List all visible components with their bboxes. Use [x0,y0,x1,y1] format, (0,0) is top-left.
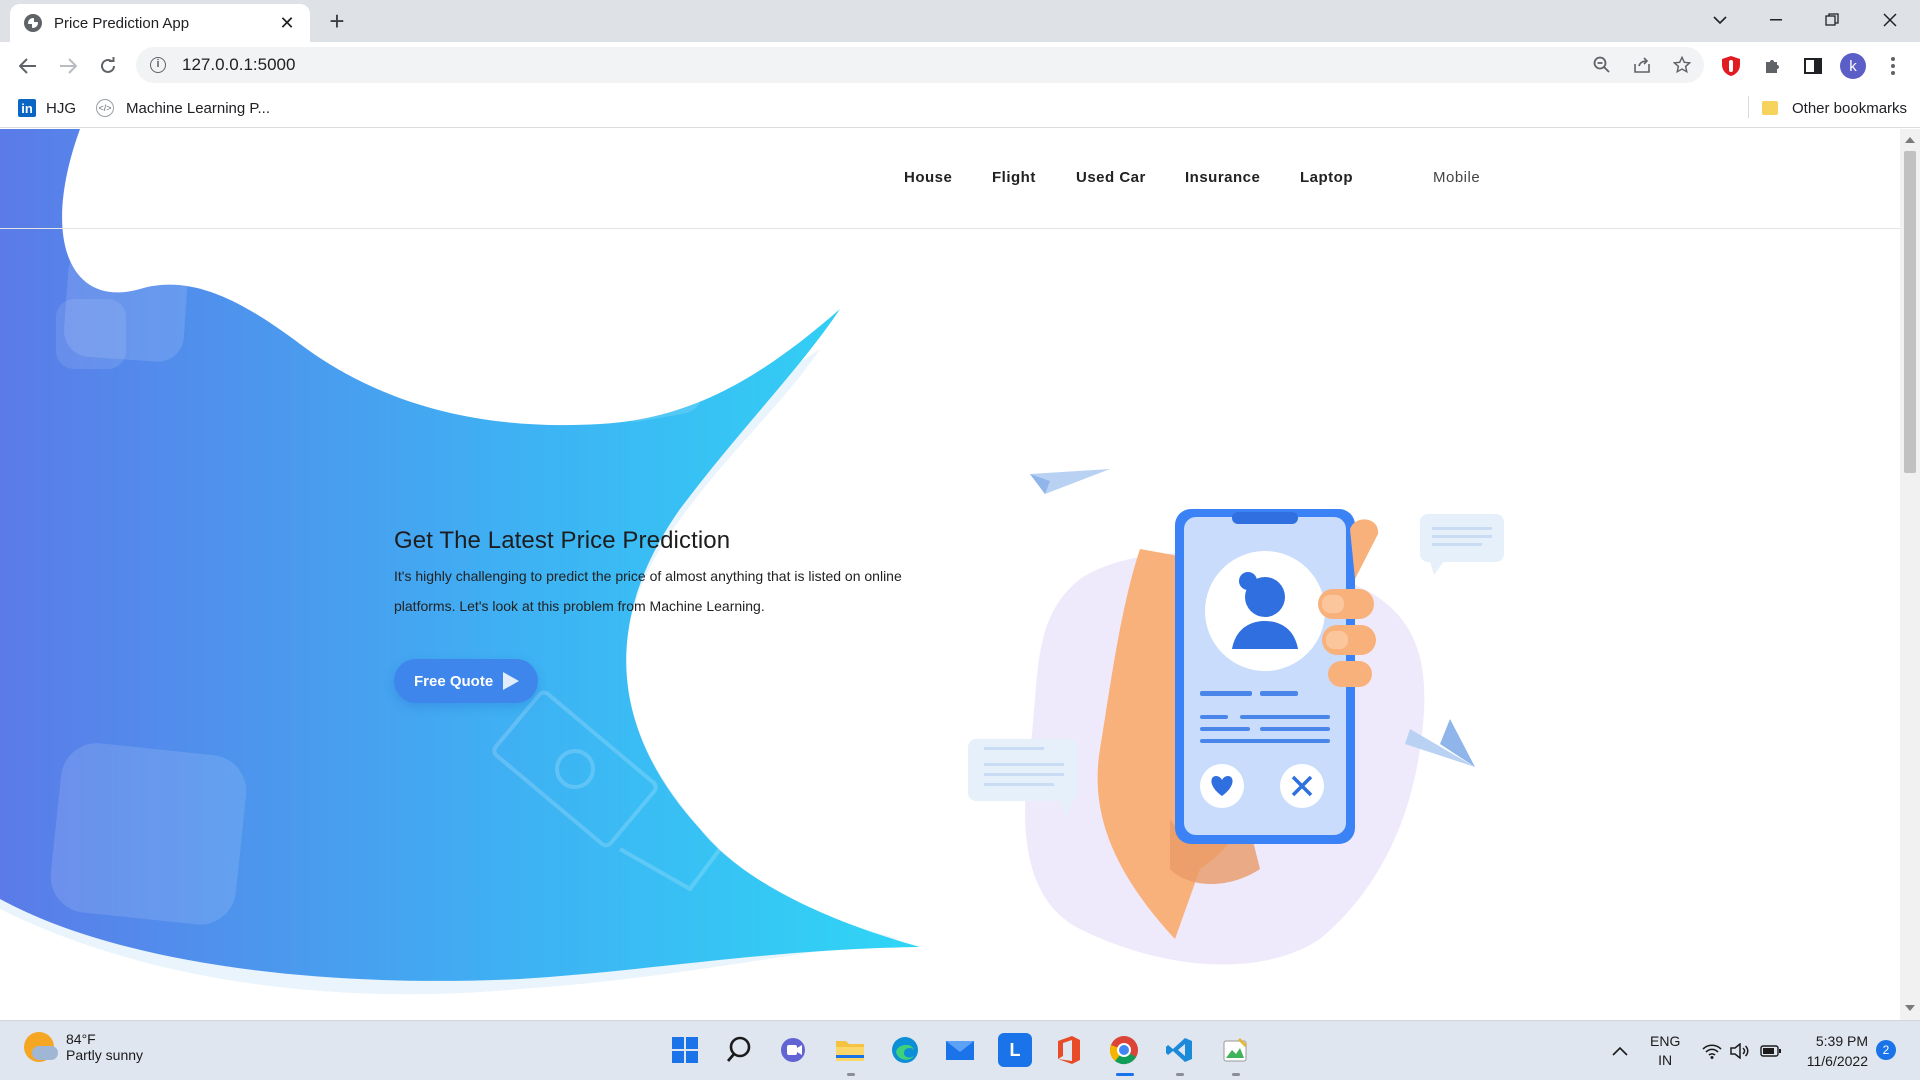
browser-tab[interactable]: Price Prediction App ✕ [10,4,310,42]
hero-description: It's highly challenging to predict the p… [394,568,902,614]
lang-line2: IN [1658,1052,1673,1068]
tab-search-icon[interactable] [1692,0,1748,40]
running-indicator [1232,1073,1240,1076]
nav-house[interactable]: House [904,169,952,186]
nav-laptop[interactable]: Laptop [1300,169,1353,186]
scroll-down-icon[interactable] [1905,1005,1915,1011]
play-arrow-icon [503,672,520,690]
reload-icon[interactable] [92,50,124,82]
free-quote-label: Free Quote [414,672,494,690]
bookmarks-bar: in HJG </> Machine Learning P... Other b… [0,88,1920,128]
site-navbar: House Flight Used Car Insurance Laptop M… [0,129,1900,229]
hero-content: Get The Latest Price Prediction It's hig… [394,527,954,621]
file-explorer-icon[interactable] [833,1033,867,1067]
weather-desc: Partly sunny [66,1047,144,1063]
bookmark-label: Machine Learning P... [126,99,270,117]
folder-icon [1762,101,1778,115]
search-icon[interactable] [722,1033,756,1067]
extensions-puzzle-icon[interactable] [1760,53,1786,79]
weather-widget[interactable]: 84°F Partly sunny [24,1031,143,1063]
scrollbar-thumb[interactable] [1904,151,1916,473]
menu-kebab-icon[interactable] [1880,53,1906,79]
linkedin-icon: in [18,99,36,117]
tray-overflow-icon[interactable] [1612,1021,1628,1080]
other-bookmarks[interactable]: Other bookmarks [1762,96,1907,120]
l-app-icon[interactable]: L [998,1033,1032,1067]
zoom-icon[interactable] [1588,51,1616,79]
page-viewport: House Flight Used Car Insurance Laptop M… [0,129,1900,1020]
extension-shield-icon[interactable] [1718,53,1744,79]
office-icon[interactable] [1052,1033,1086,1067]
other-bookmarks-label: Other bookmarks [1792,99,1908,117]
running-indicator [1176,1073,1184,1076]
start-windows-icon[interactable] [668,1033,702,1067]
language-indicator[interactable]: ENG IN [1650,1021,1680,1080]
back-icon[interactable] [12,50,44,82]
active-indicator [1116,1073,1134,1076]
tab-title: Price Prediction App [54,14,190,32]
new-tab-button[interactable]: + [322,6,352,36]
free-quote-button[interactable]: Free Quote [394,659,538,703]
vscode-icon[interactable] [1162,1033,1196,1067]
side-panel-icon[interactable] [1800,53,1826,79]
hero-title: Get The Latest Price Prediction [394,527,731,554]
close-tab-icon[interactable]: ✕ [276,13,298,34]
nav-used-car[interactable]: Used Car [1076,169,1146,186]
mail-icon[interactable] [943,1033,977,1067]
nav-mobile[interactable]: Mobile [1433,169,1480,186]
code-icon: </> [96,99,114,117]
battery-icon[interactable] [1760,1021,1782,1080]
edge-browser-icon[interactable] [888,1033,922,1067]
bookmark-machine-learning[interactable]: </> Machine Learning P... [96,96,270,120]
globe-icon [24,14,42,32]
tab-strip: Price Prediction App ✕ + [0,0,1920,42]
scroll-up-icon[interactable] [1905,137,1915,143]
teams-chat-icon[interactable] [777,1033,811,1067]
close-window-icon[interactable] [1862,0,1918,40]
bookmark-hjg[interactable]: in HJG [18,96,76,120]
share-icon[interactable] [1628,51,1656,79]
paint-app-icon[interactable] [1218,1033,1252,1067]
profile-avatar[interactable]: k [1840,53,1866,79]
weather-temp: 84°F [66,1031,96,1047]
page-scrollbar[interactable] [1900,129,1920,1020]
site-info-icon[interactable]: i [150,57,166,73]
minimize-icon[interactable] [1748,0,1804,40]
bookmark-label: HJG [46,99,76,117]
running-indicator [847,1073,855,1076]
nav-flight[interactable]: Flight [992,169,1036,186]
bookmarks-divider [1748,96,1749,118]
windows-taskbar: 84°F Partly sunny L ENG IN 5:39 PM 11/6/… [0,1020,1920,1080]
clock-time: 5:39 PM [1815,1033,1868,1049]
clock-date: 11/6/2022 [1806,1053,1868,1069]
wifi-icon[interactable] [1702,1021,1722,1080]
browser-toolbar: i 127.0.0.1:5000 k [0,42,1920,88]
system-clock[interactable]: 5:39 PM 11/6/2022 [1796,1031,1868,1071]
restore-icon[interactable] [1804,0,1860,40]
address-bar[interactable]: i 127.0.0.1:5000 [136,47,1704,83]
lang-line1: ENG [1650,1033,1681,1049]
url-text: 127.0.0.1:5000 [182,55,296,74]
bookmark-star-icon[interactable] [1668,51,1696,79]
notification-badge[interactable]: 2 [1876,1040,1896,1060]
forward-icon[interactable] [52,50,84,82]
volume-icon[interactable] [1730,1021,1750,1080]
chrome-icon[interactable] [1107,1033,1141,1067]
partly-sunny-icon [24,1032,58,1062]
phone-illustration [968,469,1504,965]
nav-insurance[interactable]: Insurance [1185,169,1260,186]
